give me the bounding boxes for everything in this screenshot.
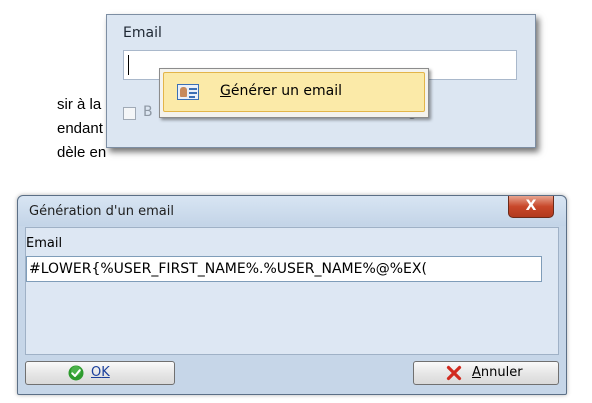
email-label: Email (123, 25, 162, 41)
option-checkbox[interactable] (123, 107, 136, 120)
cancel-button-label: Annuler (472, 365, 523, 380)
dialog-email-input[interactable]: #LOWER{%USER_FIRST_NAME%.%USER_NAME%@%EX… (26, 256, 542, 282)
option-checkbox-label-start: B (143, 104, 153, 120)
dialog-titlebar[interactable]: Génération d'un email (18, 196, 566, 226)
cancel-label-rest: nnuler (480, 365, 523, 380)
close-button[interactable]: X (508, 196, 554, 218)
generate-email-dialog: Génération d'un email X Email #LOWER{%US… (17, 195, 567, 395)
cancel-button[interactable]: Annuler (413, 361, 559, 385)
doc-text-line-3: dèle en (57, 144, 107, 161)
dialog-footer: OK Annuler (25, 356, 559, 390)
text-caret (128, 55, 129, 75)
dialog-body (25, 227, 559, 355)
ok-button[interactable]: OK (25, 361, 175, 385)
ok-button-label: OK (91, 365, 110, 380)
page: sir à la endant dèle en Email Bange Géné… (0, 0, 592, 403)
dialog-title: Génération d'un email (29, 204, 174, 219)
context-menu: Générer un email (159, 68, 429, 118)
red-x-icon (446, 365, 462, 381)
menu-item-accel: G (220, 83, 231, 99)
vcard-icon (177, 84, 199, 100)
ok-accel: O (91, 365, 102, 380)
email-field-screenshot: Email Bange Générer un email (106, 14, 536, 148)
ok-label-rest: K (101, 365, 110, 380)
menu-item-label-rest: énérer un email (230, 83, 343, 99)
green-check-icon (68, 365, 84, 381)
dialog-email-label: Email (26, 236, 63, 251)
menu-item-generate-email[interactable]: Générer un email (163, 72, 425, 112)
menu-item-label: Générer un email (220, 83, 342, 99)
cancel-accel: A (472, 365, 481, 380)
doc-text-line-1: sir à la (57, 96, 102, 113)
doc-text-line-2: endant (57, 120, 103, 137)
